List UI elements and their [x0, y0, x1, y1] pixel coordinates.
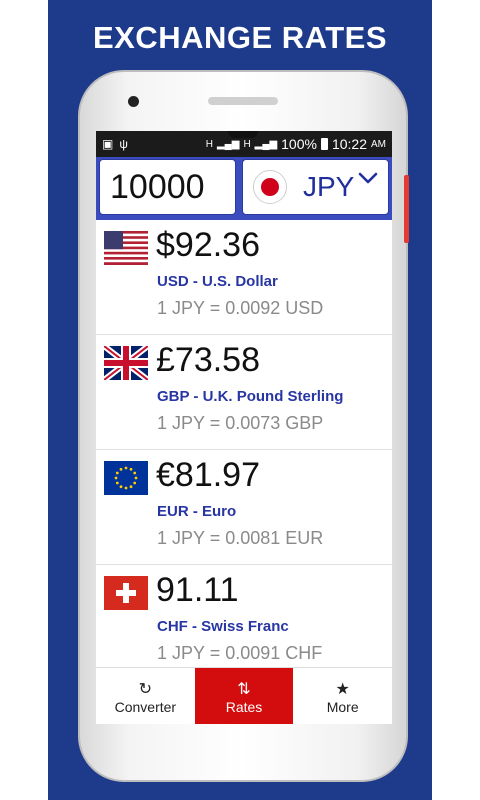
rate-row-chf[interactable]: 91.11 CHF - Swiss Franc 1 JPY = 0.0091 C… — [96, 565, 392, 680]
currency-name: GBP - U.K. Pound Sterling — [157, 388, 344, 405]
battery-percent: 100% — [281, 136, 317, 152]
signal-icon: ▂▄▆ — [216, 138, 240, 150]
exchange-rate: 1 JPY = 0.0073 GBP — [157, 413, 324, 433]
japan-flag-icon — [253, 170, 287, 204]
swap-vertical-icon: ⇅ — [237, 678, 251, 698]
status-ampm: AM — [371, 138, 386, 150]
battery-icon — [320, 138, 328, 150]
status-time: 10:22 — [331, 136, 367, 152]
currency-selector[interactable]: JPY — [242, 159, 389, 215]
tab-converter[interactable]: ↻ Converter — [96, 668, 195, 724]
converted-amount: £73.58 — [156, 341, 260, 379]
us-flag-icon — [104, 231, 148, 265]
status-notifications: ▣ ψ — [102, 137, 128, 151]
exchange-rate: 1 JPY = 0.0091 CHF — [157, 643, 323, 663]
signal-icon-2: ▂▄▆ — [254, 138, 278, 150]
converter-input-bar: 10000 JPY — [96, 157, 392, 220]
rate-row-usd[interactable]: $92.36 USD - U.S. Dollar 1 JPY = 0.0092 … — [96, 220, 392, 335]
currency-name: USD - U.S. Dollar — [157, 273, 278, 290]
converted-amount: 91.11 — [156, 571, 239, 609]
tab-rates[interactable]: ⇅ Rates — [194, 668, 294, 724]
front-camera — [128, 96, 139, 107]
network-type-label: H — [205, 138, 213, 150]
currency-name: CHF - Swiss Franc — [157, 618, 289, 635]
currency-name: EUR - Euro — [157, 503, 237, 520]
tab-converter-label: Converter — [114, 698, 177, 715]
eu-flag-icon — [104, 461, 148, 495]
phone-side-button — [404, 175, 409, 243]
swiss-flag-icon — [104, 576, 148, 610]
promo-title: EXCHANGE RATES — [92, 20, 388, 55]
tab-rates-label: Rates — [225, 698, 263, 715]
rate-row-eur[interactable]: €81.97 EUR - Euro 1 JPY = 0.0081 EUR — [96, 450, 392, 565]
bottom-navigation: ↻ Converter ⇅ Rates ★ More — [96, 667, 392, 724]
selected-currency-code: JPY — [303, 171, 355, 202]
image-notification-icon: ▣ — [102, 137, 114, 151]
status-indicators: H ▂▄▆ H ▂▄▆ 100% 10:22 AM — [206, 136, 386, 152]
camera-notch — [228, 131, 258, 138]
star-icon: ★ — [335, 678, 350, 698]
phone-screen: ▣ ψ H ▂▄▆ H ▂▄▆ 100% 10:22 AM 10000 JPY — [96, 131, 392, 724]
tab-more-label: More — [326, 698, 359, 715]
usb-notification-icon: ψ — [119, 137, 128, 151]
rate-row-gbp[interactable]: £73.58 GBP - U.K. Pound Sterling 1 JPY =… — [96, 335, 392, 450]
refresh-icon: ↻ — [138, 678, 153, 698]
chevron-down-icon — [358, 172, 378, 184]
tab-more[interactable]: ★ More — [293, 668, 392, 724]
amount-input[interactable]: 10000 — [99, 159, 236, 215]
uk-flag-icon — [104, 346, 148, 380]
rates-list: $92.36 USD - U.S. Dollar 1 JPY = 0.0092 … — [96, 220, 392, 680]
earpiece-speaker — [208, 97, 278, 105]
exchange-rate: 1 JPY = 0.0092 USD — [157, 298, 324, 318]
network-type-label-2: H — [243, 138, 251, 150]
exchange-rate: 1 JPY = 0.0081 EUR — [157, 528, 324, 548]
converted-amount: €81.97 — [156, 456, 260, 494]
converted-amount: $92.36 — [156, 226, 260, 264]
